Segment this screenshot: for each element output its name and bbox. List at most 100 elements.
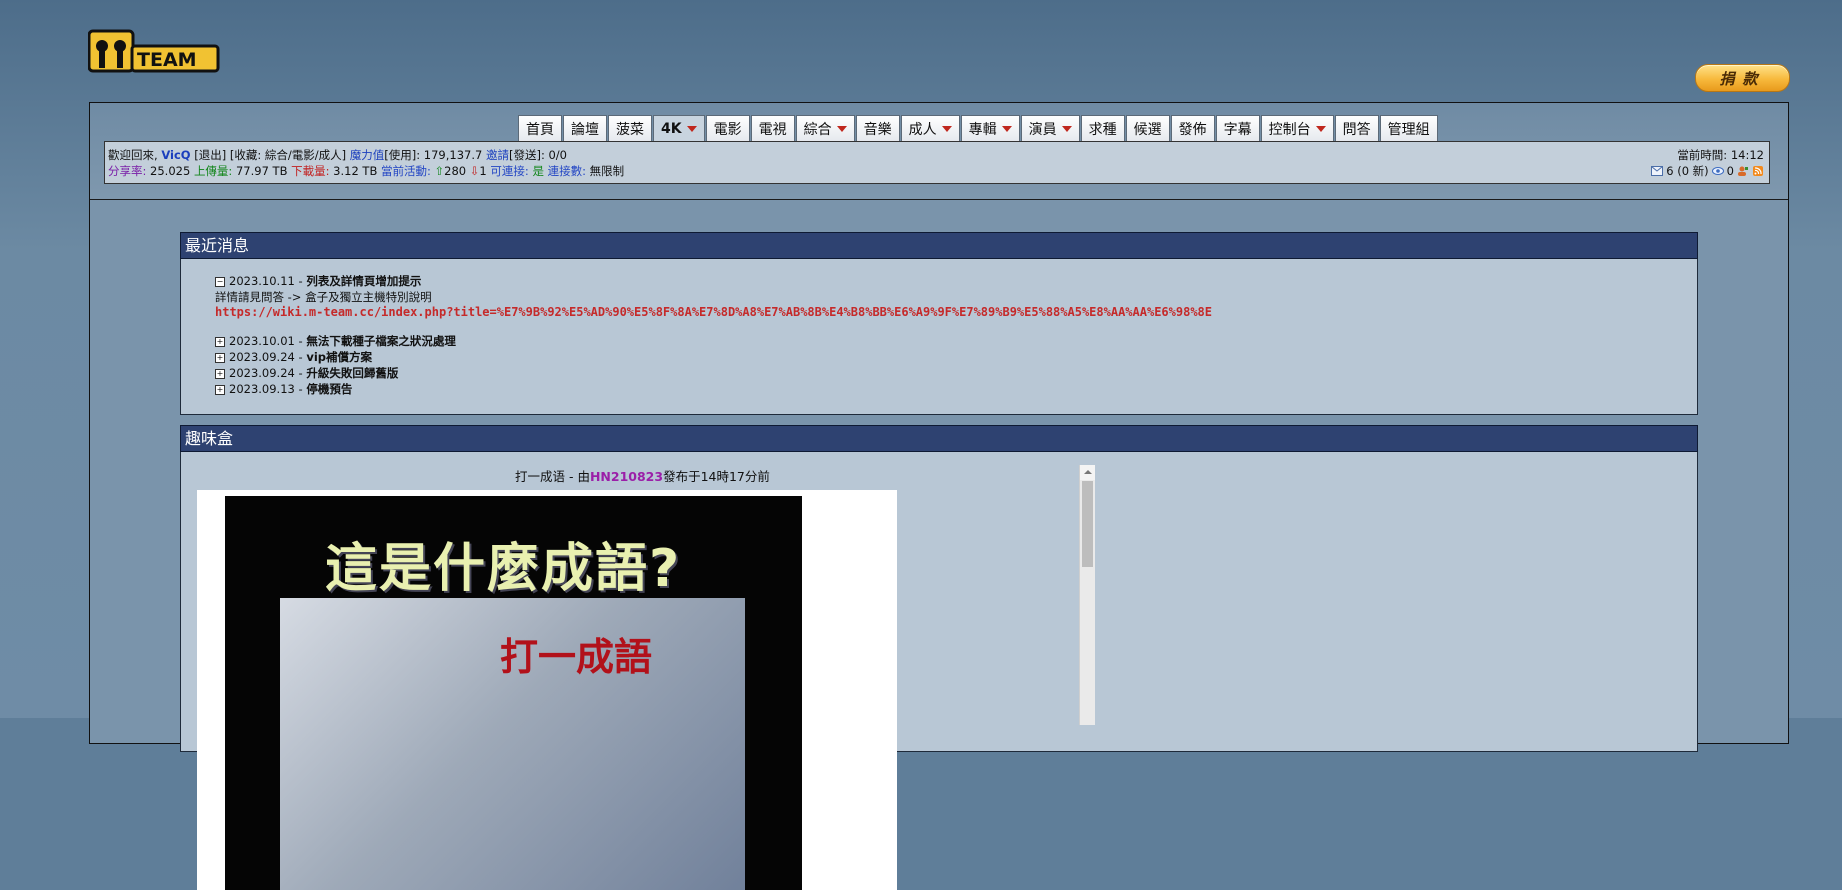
news-item: +2023.09.24 - vip補償方案 <box>215 349 372 365</box>
nav-tab-5[interactable]: 電視 <box>750 115 795 141</box>
welcome-text: 歡迎回來, <box>108 148 158 162</box>
friends-count[interactable]: 0 <box>1727 164 1734 178</box>
nav-tab-label: 論壇 <box>571 121 599 138</box>
expand-icon[interactable]: + <box>215 368 225 379</box>
active-seeding-count[interactable]: 280 <box>444 164 466 178</box>
username-link[interactable]: VicQ <box>161 148 190 162</box>
news-title[interactable]: 無法下載種子檔案之狀況處理 <box>306 334 456 348</box>
news-title[interactable]: 停機預告 <box>306 382 352 396</box>
user-tools: 6 (0 新) 0 <box>1651 163 1764 179</box>
dropdown-caret-icon <box>836 125 847 132</box>
mteam-logo[interactable]: TEAM <box>87 28 220 75</box>
user-icon[interactable] <box>1737 166 1749 176</box>
dropdown-caret-icon <box>1061 125 1072 132</box>
nav-tab-4[interactable]: 電影 <box>705 115 750 141</box>
invite-link[interactable]: 邀請 <box>486 148 509 162</box>
news-panel-body: −2023.10.11 - 列表及詳情頁增加提示 詳情請見問答 -> 盒子及獨立… <box>180 259 1698 415</box>
connections-value: 無限制 <box>589 164 625 178</box>
nav-tab-14[interactable]: 字幕 <box>1215 115 1260 141</box>
news-separator: - <box>294 366 307 380</box>
logout-link[interactable]: [退出] <box>194 148 226 162</box>
nav-tab-16[interactable]: 問答 <box>1334 115 1379 141</box>
nav-tab-label: 候選 <box>1133 121 1162 138</box>
expand-icon[interactable]: + <box>215 352 225 363</box>
news-separator: - <box>294 334 307 348</box>
nav-tab-6[interactable]: 綜合 <box>795 115 855 141</box>
news-body: 詳情請見問答 -> 盒子及獨立主機特別說明 <box>215 290 432 304</box>
nav-tab-label: 演員 <box>1028 121 1057 138</box>
news-title[interactable]: 列表及詳情頁增加提示 <box>306 274 421 288</box>
ratio-label: 分享率: <box>108 164 147 178</box>
eye-icon[interactable] <box>1711 166 1724 176</box>
nav-tab-label: 音樂 <box>863 121 892 138</box>
funbox-caption-suffix: 發布于14時17分前 <box>663 469 770 484</box>
nav-tab-label: 字幕 <box>1223 121 1252 138</box>
svg-text:TEAM: TEAM <box>137 49 197 71</box>
nav-tab-13[interactable]: 發佈 <box>1170 115 1215 141</box>
current-time: 當前時間: 14:12 <box>1677 147 1764 163</box>
news-date: 2023.09.13 <box>229 382 295 396</box>
time-label: 當前時間: <box>1677 148 1728 162</box>
news-wiki-link[interactable]: https://wiki.m-team.cc/index.php?title=%… <box>215 305 1212 319</box>
rss-icon[interactable] <box>1752 166 1764 176</box>
download-label: 下載量: <box>291 164 330 178</box>
news-separator: - <box>294 350 307 364</box>
news-title[interactable]: vip補償方案 <box>306 350 372 364</box>
funbox-author-link[interactable]: HN210823 <box>590 469 663 484</box>
nav-tab-0[interactable]: 首頁 <box>518 115 562 141</box>
nav-tab-9[interactable]: 專輯 <box>960 115 1020 141</box>
funbox-image: 這是什麼成語? 打一成語 <box>197 490 897 890</box>
nav-tab-2[interactable]: 菠菜 <box>608 115 652 141</box>
funbox-panel-body: 打一成语 - 由HN210823發布于14時17分前 這是什麼成語? 打一成語 <box>180 452 1698 890</box>
nav-tab-17[interactable]: 管理組 <box>1379 115 1438 141</box>
scrollbar-thumb[interactable] <box>1082 481 1093 567</box>
expand-icon[interactable]: + <box>215 336 225 347</box>
nav-tab-8[interactable]: 成人 <box>900 115 960 141</box>
nav-tab-1[interactable]: 論壇 <box>563 115 607 141</box>
ratio-value: 25.025 <box>150 164 191 178</box>
news-date: 2023.09.24 <box>229 350 295 364</box>
nav-tab-10[interactable]: 演員 <box>1020 115 1080 141</box>
nav-tab-label: 首頁 <box>526 121 554 138</box>
nav-tab-label: 求種 <box>1088 121 1117 138</box>
main-frame: 首頁 論壇 菠菜 4K 電影 電視 綜合 音樂 成人 專輯 演員 求種 候選 發佈 字幕 控制台 問答 管理組 歡… <box>89 102 1789 890</box>
dropdown-caret-icon <box>941 125 952 132</box>
donate-button[interactable]: 捐款 <box>1695 64 1790 92</box>
bookmarks-label: [收藏: <box>229 148 262 162</box>
funbox-image-headline: 這是什麼成語? <box>325 539 682 599</box>
magic-points-link[interactable]: 魔力值 <box>350 148 385 162</box>
nav-tab-11[interactable]: 求種 <box>1080 115 1125 141</box>
dropdown-caret-icon <box>686 125 697 132</box>
news-title[interactable]: 升級失敗回歸舊版 <box>306 366 398 380</box>
upload-value: 77.97 TB <box>235 164 288 178</box>
connectable-label: 可連接: <box>490 164 529 178</box>
nav-tab-15[interactable]: 控制台 <box>1260 115 1334 141</box>
news-item: +2023.09.13 - 停機預告 <box>215 381 352 397</box>
bookmark-categories[interactable]: 綜合/電影/成人] <box>265 148 346 162</box>
news-date: 2023.10.11 <box>229 274 295 288</box>
active-leeching-count[interactable]: 1 <box>479 164 486 178</box>
main-navigation: 首頁 論壇 菠菜 4K 電影 電視 綜合 音樂 成人 專輯 演員 求種 候選 發佈 字幕 控制台 問答 管理組 <box>518 115 1439 141</box>
nav-tab-label: 綜合 <box>803 121 832 138</box>
nav-tab-label: 菠菜 <box>616 121 644 138</box>
time-value: 14:12 <box>1730 148 1764 162</box>
nav-tab-3[interactable]: 4K <box>653 115 705 141</box>
scroll-up-arrow-icon[interactable] <box>1080 465 1095 480</box>
connectable-value: 是 <box>532 164 544 178</box>
user-info-line-1: 歡迎回來, VicQ [退出] [收藏: 綜合/電影/成人] 魔力值[使用]: … <box>108 147 567 163</box>
expand-icon[interactable]: + <box>215 384 225 395</box>
magic-points-value: [使用]: 179,137.7 <box>384 148 483 162</box>
funbox-scrollbar[interactable] <box>1079 465 1095 725</box>
nav-tab-12[interactable]: 候選 <box>1125 115 1170 141</box>
active-label: 當前活動: <box>381 164 431 178</box>
nav-tab-7[interactable]: 音樂 <box>855 115 900 141</box>
messages-count[interactable]: 6 (0 新) <box>1666 163 1708 179</box>
header-area: 首頁 論壇 菠菜 4K 電影 電視 綜合 音樂 成人 專輯 演員 求種 候選 發佈 字幕 控制台 問答 管理組 歡… <box>90 103 1788 200</box>
mail-icon[interactable] <box>1651 166 1664 176</box>
collapse-icon[interactable]: − <box>215 276 225 287</box>
nav-tab-label: 專輯 <box>968 121 997 138</box>
news-item: +2023.09.24 - 升級失敗回歸舊版 <box>215 365 398 381</box>
news-separator: - <box>294 382 307 396</box>
funbox-caption-prefix: 打一成语 - 由 <box>515 469 590 484</box>
funbox-image-content: 這是什麼成語? 打一成語 <box>225 496 802 890</box>
